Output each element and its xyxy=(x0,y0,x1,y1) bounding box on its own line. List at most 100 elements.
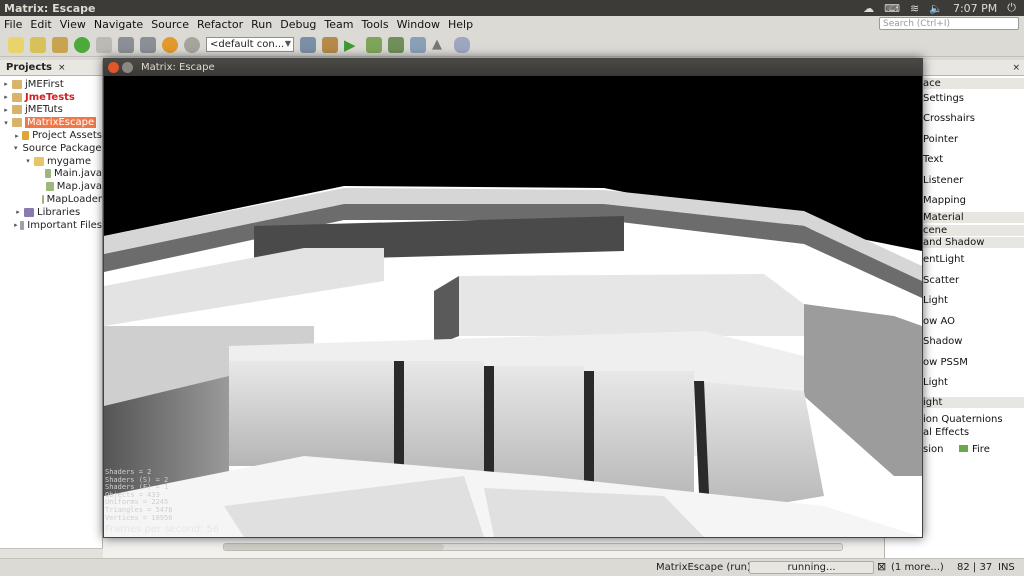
save-icon[interactable] xyxy=(118,36,134,53)
tree-item-jmefirst[interactable]: ▸ jMEFirst xyxy=(0,78,102,91)
expand-icon[interactable]: ▸ xyxy=(2,93,10,101)
minimize-window-icon[interactable] xyxy=(122,62,133,73)
terrain-icon[interactable]: ▲ xyxy=(432,37,448,53)
library-icon xyxy=(24,207,34,217)
tree-item-maploader[interactable]: MapLoader xyxy=(0,193,102,206)
tree-item-mygame[interactable]: ▾ mygame xyxy=(0,155,102,168)
keyboard-icon[interactable]: ⌨ xyxy=(884,2,900,15)
game-window[interactable]: Matrix: Escape Shaders = 2 Shaders (S) =… xyxy=(103,58,923,538)
collapse-icon[interactable]: ▾ xyxy=(14,144,18,152)
progress-bar[interactable]: running... xyxy=(749,561,874,574)
java-file-icon xyxy=(44,169,51,179)
open-project-icon[interactable] xyxy=(52,36,68,53)
more-tasks-link[interactable]: (1 more...) xyxy=(891,562,944,573)
undo-icon[interactable] xyxy=(162,36,178,53)
collapse-icon[interactable]: ▾ xyxy=(24,157,32,165)
run-icon[interactable]: ▶ xyxy=(344,37,360,53)
projects-tab-label: Projects xyxy=(6,62,53,73)
projects-horizontal-scrollbar[interactable] xyxy=(0,548,103,558)
tree-item-label: Main.java xyxy=(53,168,102,180)
tree-item-label: jMETuts xyxy=(25,104,63,116)
wifi-icon[interactable]: ≋ xyxy=(910,2,919,15)
redo-icon[interactable] xyxy=(184,36,200,53)
menu-refactor[interactable]: Refactor xyxy=(193,18,247,31)
cloud-tool-icon[interactable] xyxy=(454,36,470,53)
tree-item-libraries[interactable]: ▸ Libraries xyxy=(0,206,102,219)
tree-item-project-assets[interactable]: ▸ Project Assets xyxy=(0,129,102,142)
project-icon xyxy=(12,79,22,89)
expand-icon[interactable]: ▸ xyxy=(14,132,20,140)
menu-run[interactable]: Run xyxy=(247,18,276,31)
power-icon[interactable]: ⏻ xyxy=(1007,1,1016,15)
tree-item-label: Map.java xyxy=(56,181,102,193)
menu-view[interactable]: View xyxy=(56,18,90,31)
menu-navigate[interactable]: Navigate xyxy=(90,18,147,31)
caret-position: 82 | 37 xyxy=(957,562,993,573)
menu-file[interactable]: File xyxy=(0,18,26,31)
clean-build-icon[interactable] xyxy=(322,36,338,53)
configuration-dropdown[interactable]: <default con... ▼ xyxy=(206,37,294,52)
tab-projects[interactable]: Projects × xyxy=(0,60,102,76)
new-project-icon[interactable] xyxy=(30,36,46,53)
cube-face xyxy=(229,361,394,466)
new-file-icon[interactable] xyxy=(8,36,24,53)
cloud-icon[interactable]: ☁ xyxy=(863,2,874,15)
running-task-label[interactable]: MatrixEscape (run) xyxy=(656,562,751,573)
save-all-icon[interactable] xyxy=(140,36,156,53)
system-top-bar: Matrix: Escape ☁ ⌨ ≋ 🔈 7:07 PM ⏻ xyxy=(0,0,1024,16)
stat-line: Vertices = 10956 xyxy=(105,513,173,522)
game-window-titlebar[interactable]: Matrix: Escape xyxy=(104,59,922,76)
expand-icon[interactable]: ▸ xyxy=(2,106,10,114)
editor-area xyxy=(103,536,884,558)
close-icon[interactable]: × xyxy=(1012,63,1020,73)
fire-effect-icon xyxy=(959,445,968,452)
menu-edit[interactable]: Edit xyxy=(26,18,55,31)
profile-icon[interactable] xyxy=(388,36,404,53)
cut-icon[interactable] xyxy=(96,36,112,53)
scrollbar-thumb[interactable] xyxy=(224,544,444,550)
tree-item-label: Source Packages xyxy=(22,142,102,154)
expand-icon[interactable]: ▸ xyxy=(14,208,22,216)
system-tray: ☁ ⌨ ≋ 🔈 7:07 PM ⏻ xyxy=(863,1,1024,15)
menu-team[interactable]: Team xyxy=(320,18,357,31)
tree-item-main-java[interactable]: Main.java xyxy=(0,168,102,181)
tree-item-source-packages[interactable]: ▾ Source Packages xyxy=(0,142,102,155)
tree-item-jmetests[interactable]: ▸ JmeTests xyxy=(0,91,102,104)
tree-item-important-files[interactable]: ▸ Important Files xyxy=(0,219,102,232)
close-window-icon[interactable] xyxy=(108,62,119,73)
editor-horizontal-scrollbar[interactable] xyxy=(223,543,843,551)
menu-help[interactable]: Help xyxy=(444,18,477,31)
tree-item-label: JmeTests xyxy=(25,91,75,103)
download-icon[interactable] xyxy=(74,36,90,53)
tree-item-label: jMEFirst xyxy=(25,78,64,90)
tree-item-map-java[interactable]: Map.java xyxy=(0,180,102,193)
tree-item-label: MapLoader xyxy=(46,194,102,206)
close-icon[interactable]: × xyxy=(58,63,66,73)
project-icon xyxy=(12,118,22,128)
cancel-task-icon[interactable]: ⊠ xyxy=(877,560,886,573)
tree-item-matrixescape[interactable]: ▾ MatrixEscape xyxy=(0,116,102,129)
menu-tools[interactable]: Tools xyxy=(357,18,392,31)
expand-icon[interactable]: ▸ xyxy=(2,80,10,88)
assets-icon xyxy=(21,131,30,141)
volume-icon[interactable]: 🔈 xyxy=(929,2,943,15)
build-icon[interactable] xyxy=(300,36,316,53)
insert-mode: INS xyxy=(998,562,1015,573)
java-file-icon xyxy=(41,195,44,205)
palette-item-label: Fire xyxy=(972,444,990,455)
java-file-icon xyxy=(46,182,54,192)
files-icon xyxy=(19,220,25,230)
toolbar: <default con... ▼ ▶ ▲ xyxy=(0,33,1024,57)
menu-debug[interactable]: Debug xyxy=(276,18,320,31)
collapse-icon[interactable]: ▾ xyxy=(2,119,10,127)
tree-item-jmetuts[interactable]: ▸ jMETuts xyxy=(0,104,102,117)
expand-icon[interactable]: ▸ xyxy=(14,221,18,229)
search-input[interactable]: Search (Ctrl+I) xyxy=(879,17,1019,30)
active-window-title: Matrix: Escape xyxy=(4,1,96,15)
debug-icon[interactable] xyxy=(366,36,382,53)
menu-window[interactable]: Window xyxy=(393,18,444,31)
scene-icon[interactable] xyxy=(410,36,426,53)
maze-3d-viewport[interactable] xyxy=(104,76,922,537)
clock[interactable]: 7:07 PM xyxy=(953,2,997,15)
menu-source[interactable]: Source xyxy=(147,18,193,31)
